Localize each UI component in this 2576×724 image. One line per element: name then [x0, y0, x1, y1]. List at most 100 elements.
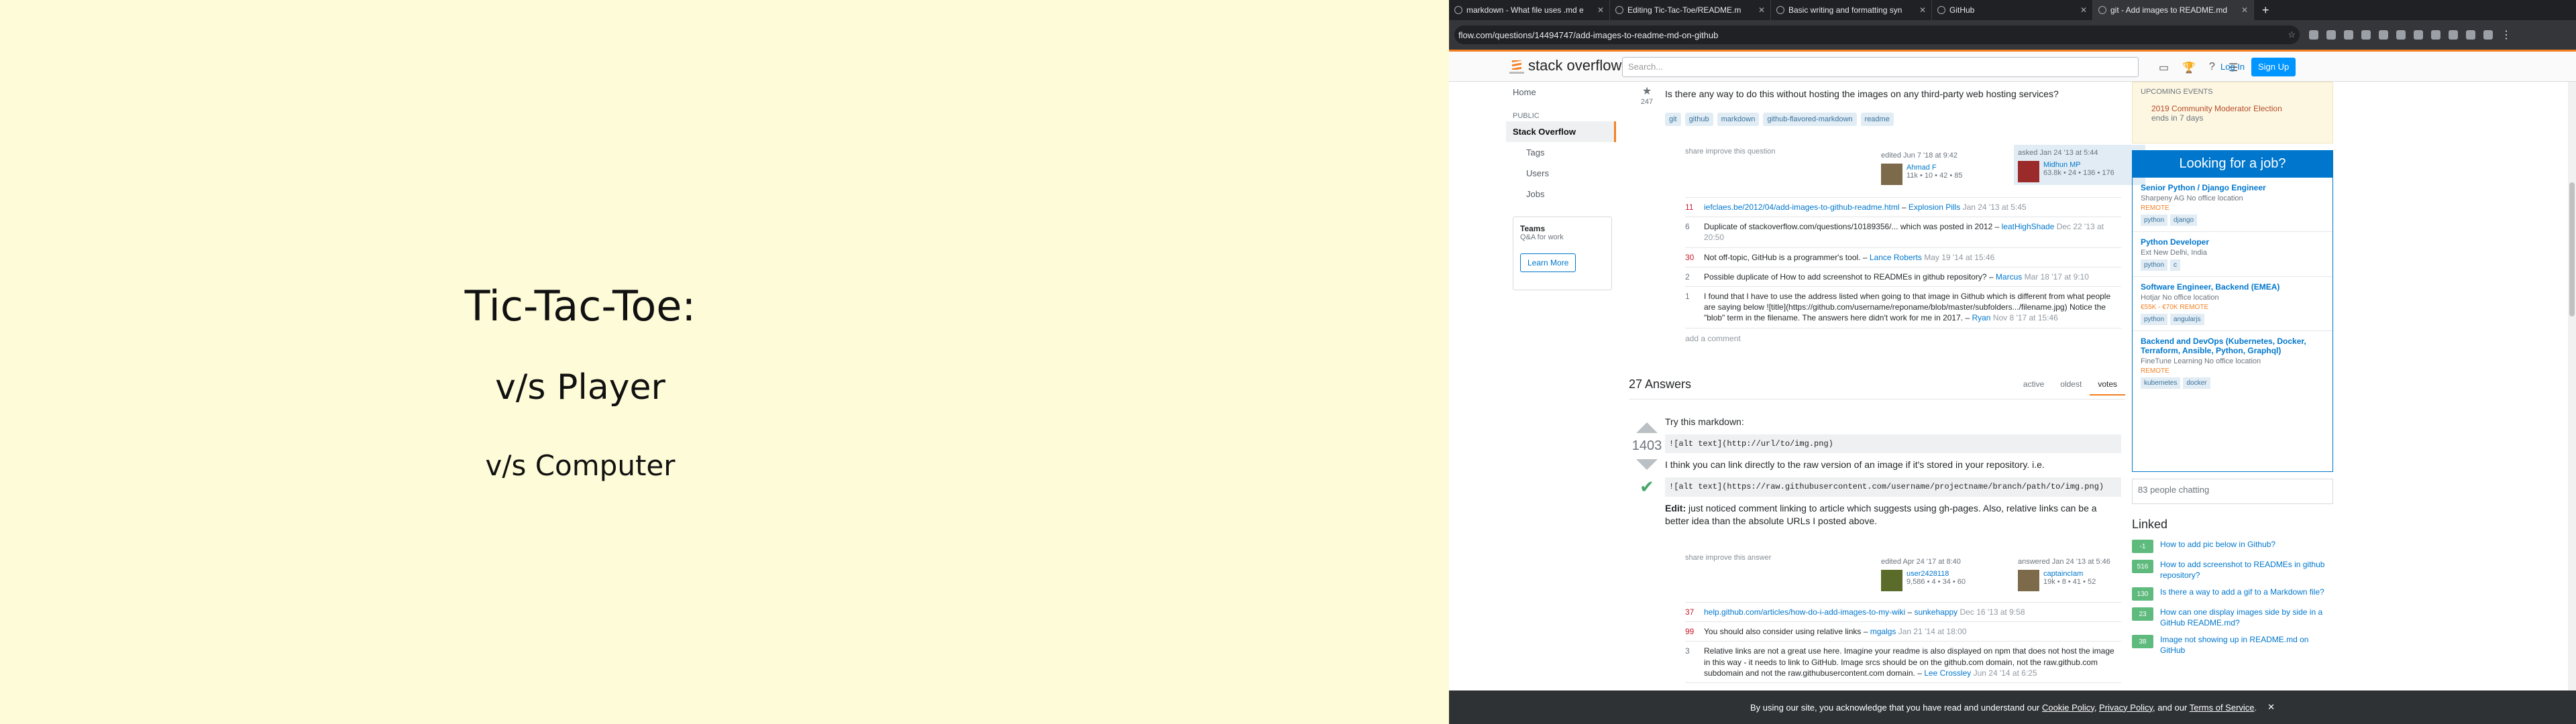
privacy-policy-link[interactable]: Privacy Policy [2099, 703, 2153, 713]
tag[interactable]: github [1684, 113, 1713, 126]
close-tab-icon[interactable]: ✕ [1919, 5, 1926, 15]
job-listing[interactable]: Software Engineer, Backend (EMEA) Hotjar… [2133, 277, 2332, 331]
question-comments: 11 iefclaes.be/2012/04/add-images-to-gith… [1685, 197, 2121, 349]
tab-editing[interactable]: Editing Tic-Tac-Toe/README.m ✕ [1610, 0, 1771, 20]
extension-icon[interactable] [2309, 30, 2318, 40]
extension-icon[interactable] [2379, 30, 2388, 40]
tag[interactable]: python [2141, 314, 2168, 325]
tag[interactable]: angularjs [2170, 314, 2204, 325]
learn-more-button[interactable]: Learn More [1520, 253, 1576, 272]
linked-item[interactable]: 516 How to add screenshot to READMEs in g… [2132, 560, 2333, 581]
linked-item[interactable]: -1 How to add pic below in Github? [2132, 540, 2333, 553]
menu-icon[interactable]: ⋮ [2501, 28, 2512, 42]
so-header: stack overflow Search... ▭ 🏆 ? ☰ Log In … [1449, 50, 2576, 82]
close-icon[interactable]: ✕ [2267, 702, 2275, 713]
tag[interactable]: markdown [1717, 113, 1760, 126]
tab-markdown[interactable]: markdown - What file uses .md e ✕ [1449, 0, 1610, 20]
search-input[interactable]: Search... [1622, 57, 2139, 77]
nav-users[interactable]: Users [1506, 163, 1616, 184]
question-text: Is there any way to do this without host… [1665, 88, 2059, 99]
job-listing[interactable]: Python Developer Ext New Delhi, India py… [2133, 232, 2332, 277]
page-scrollbar[interactable] [2568, 82, 2576, 690]
cookie-policy-link[interactable]: Cookie Policy [2042, 703, 2094, 713]
linked-item[interactable]: 38 Image not showing up in README.md on G… [2132, 635, 2333, 656]
editor-name[interactable]: Ahmad F [1907, 164, 1963, 172]
jobs-header: Looking for a job? [2133, 151, 2332, 178]
tag[interactable]: git [1665, 113, 1681, 126]
asker-name[interactable]: Midhun MP [2043, 161, 2114, 169]
browser-window: markdown - What file uses .md e ✕ Editing… [1449, 0, 2576, 724]
question-edited-card: edited Jun 7 '18 at 9:42 Ahmad F 11k • 10… [1877, 147, 2008, 188]
teams-promo: Teams Q&A for work Learn More [1513, 217, 1612, 290]
tag[interactable]: django [2170, 215, 2198, 226]
extension-icon[interactable] [2396, 30, 2406, 40]
close-tab-icon[interactable]: ✕ [1758, 5, 1765, 15]
signup-button[interactable]: Sign Up [2251, 58, 2296, 76]
chat-link[interactable]: 83 people chatting [2132, 479, 2333, 504]
sort-votes-tab[interactable]: votes [2090, 374, 2125, 396]
extension-icon[interactable] [2449, 30, 2458, 40]
extension-icon[interactable] [2361, 30, 2371, 40]
bookmark-star-icon[interactable]: ☆ [2288, 29, 2296, 40]
profile-avatar-icon[interactable] [2483, 30, 2493, 40]
extension-icon[interactable] [2414, 30, 2423, 40]
answer-comments: 37 help.github.com/articles/how-do-i-add-… [1685, 602, 2121, 683]
avatar[interactable] [1881, 164, 1902, 185]
nav-jobs[interactable]: Jobs [1506, 184, 1616, 204]
tag[interactable]: python [2141, 259, 2168, 271]
nav-public-heading: PUBLIC [1513, 112, 1540, 120]
tag[interactable]: github-flavored-markdown [1763, 113, 1857, 126]
extension-icon[interactable] [2431, 30, 2440, 40]
sort-oldest-tab[interactable]: oldest [2052, 374, 2090, 396]
extension-icon[interactable] [2466, 30, 2475, 40]
answer-paragraph: Edit: just noticed comment linking to ar… [1665, 502, 2097, 527]
avatar[interactable] [1881, 570, 1902, 591]
tag[interactable]: kubernetes [2141, 377, 2181, 389]
achievements-icon[interactable]: 🏆 [2182, 61, 2196, 74]
upcoming-events: UPCOMING EVENTS 2019 Community Moderator… [2132, 82, 2333, 143]
tag[interactable]: docker [2183, 377, 2210, 389]
avatar[interactable] [2018, 570, 2039, 591]
event-link[interactable]: 2019 Community Moderator Election [2141, 104, 2324, 113]
close-tab-icon[interactable]: ✕ [2241, 5, 2248, 15]
login-button[interactable]: Log In [2214, 58, 2251, 76]
tag[interactable]: readme [1860, 113, 1894, 126]
job-listing[interactable]: Backend and DevOps (Kubernetes, Docker, … [2133, 331, 2332, 394]
inbox-icon[interactable]: ▭ [2159, 61, 2169, 74]
new-tab-button[interactable]: + [2254, 0, 2277, 20]
answer-share-menu[interactable]: share improve this answer [1685, 554, 1771, 562]
tag[interactable]: python [2141, 215, 2168, 226]
tab-github[interactable]: GitHub ✕ [1932, 0, 2093, 20]
answerer-name[interactable]: captaincIam [2043, 570, 2096, 578]
question-share-menu[interactable]: share improve this question [1685, 147, 1776, 156]
nav-stackoverflow[interactable]: Stack Overflow [1506, 121, 1616, 142]
tag[interactable]: c [2170, 259, 2181, 271]
nav-tags[interactable]: Tags [1506, 142, 1616, 163]
downvote-arrow-icon[interactable] [1636, 459, 1658, 470]
tab-add-images[interactable]: git - Add images to README.md ✕ [2093, 0, 2254, 20]
extension-icon[interactable] [2344, 30, 2353, 40]
answer-paragraph: Try this markdown: [1665, 416, 1744, 427]
extension-icon[interactable] [2326, 30, 2336, 40]
vs-player-option[interactable]: v/s Player [0, 367, 1161, 408]
url-field[interactable]: flow.com/questions/14494747/add-images-t… [1454, 25, 2300, 44]
terms-link[interactable]: Terms of Service [2190, 703, 2255, 713]
editor-name[interactable]: user2428118 [1907, 570, 1966, 578]
scrollbar-thumb[interactable] [2569, 182, 2575, 316]
sort-active-tab[interactable]: active [2015, 374, 2052, 396]
bookmark-star-icon[interactable]: ★ [1629, 84, 1665, 98]
linked-item[interactable]: 130 Is there a way to add a gif to a Mark… [2132, 587, 2333, 601]
cookie-banner: By using our site, you acknowledge that … [1449, 690, 2576, 724]
avatar[interactable] [2018, 161, 2039, 182]
linked-item[interactable]: 23 How can one display images side by sid… [2132, 607, 2333, 628]
tab-strip: markdown - What file uses .md e ✕ Editing… [1449, 0, 2576, 20]
job-listing[interactable]: Senior Python / Django Engineer Sharpeny… [2133, 178, 2332, 232]
tab-basic-writing[interactable]: Basic writing and formatting syn ✕ [1771, 0, 1932, 20]
vs-computer-option[interactable]: v/s Computer [0, 449, 1161, 482]
close-tab-icon[interactable]: ✕ [2080, 5, 2087, 15]
close-tab-icon[interactable]: ✕ [1597, 5, 1604, 15]
nav-home[interactable]: Home [1506, 82, 1616, 103]
so-logo[interactable]: stack overflow [1509, 57, 1621, 74]
upvote-arrow-icon[interactable] [1636, 422, 1658, 433]
add-comment-link[interactable]: add a comment [1685, 328, 2121, 349]
